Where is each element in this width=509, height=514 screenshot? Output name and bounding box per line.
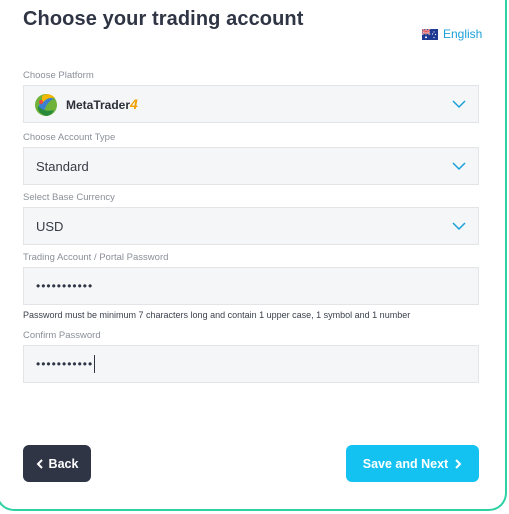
- save-and-next-label: Save and Next: [362, 456, 449, 471]
- language-label[interactable]: English: [443, 27, 482, 41]
- password-input[interactable]: •••••••••••: [23, 267, 479, 305]
- back-button[interactable]: Back: [23, 445, 91, 482]
- account-type-label: Choose Account Type: [23, 132, 116, 143]
- account-type-select[interactable]: Standard: [23, 147, 479, 185]
- account-type-value: Standard: [36, 158, 89, 174]
- confirm-password-input[interactable]: •••••••••••: [23, 345, 479, 383]
- language-selector[interactable]: English: [422, 27, 482, 41]
- chevron-right-icon: [455, 458, 462, 469]
- metatrader-logo: MetaTrader4: [32, 90, 138, 118]
- page-title: Choose your trading account: [23, 8, 304, 30]
- chevron-down-icon: [452, 222, 466, 231]
- confirm-password-label: Confirm Password: [23, 330, 101, 341]
- confirm-password-value: •••••••••••: [36, 357, 94, 371]
- platform-value: MetaTrader4: [66, 96, 138, 112]
- text-cursor: [94, 355, 96, 373]
- chevron-left-icon: [36, 458, 43, 469]
- password-label: Trading Account / Portal Password: [23, 252, 169, 263]
- chevron-down-icon: [452, 162, 466, 171]
- platform-version: 4: [130, 96, 138, 112]
- password-value: •••••••••••: [36, 279, 94, 293]
- metatrader-logo-icon: [35, 94, 57, 116]
- password-hint: Password must be minimum 7 characters lo…: [23, 310, 411, 320]
- chevron-down-icon: [452, 100, 466, 109]
- currency-label: Select Base Currency: [23, 192, 115, 203]
- platform-name: MetaTrader: [66, 98, 131, 112]
- australia-flag-icon: [422, 28, 438, 40]
- platform-select[interactable]: MetaTrader4: [23, 85, 479, 123]
- platform-label: Choose Platform: [23, 70, 94, 81]
- save-and-next-button[interactable]: Save and Next: [346, 445, 479, 482]
- currency-select[interactable]: USD: [23, 207, 479, 245]
- currency-value: USD: [36, 218, 64, 234]
- back-button-label: Back: [48, 456, 79, 471]
